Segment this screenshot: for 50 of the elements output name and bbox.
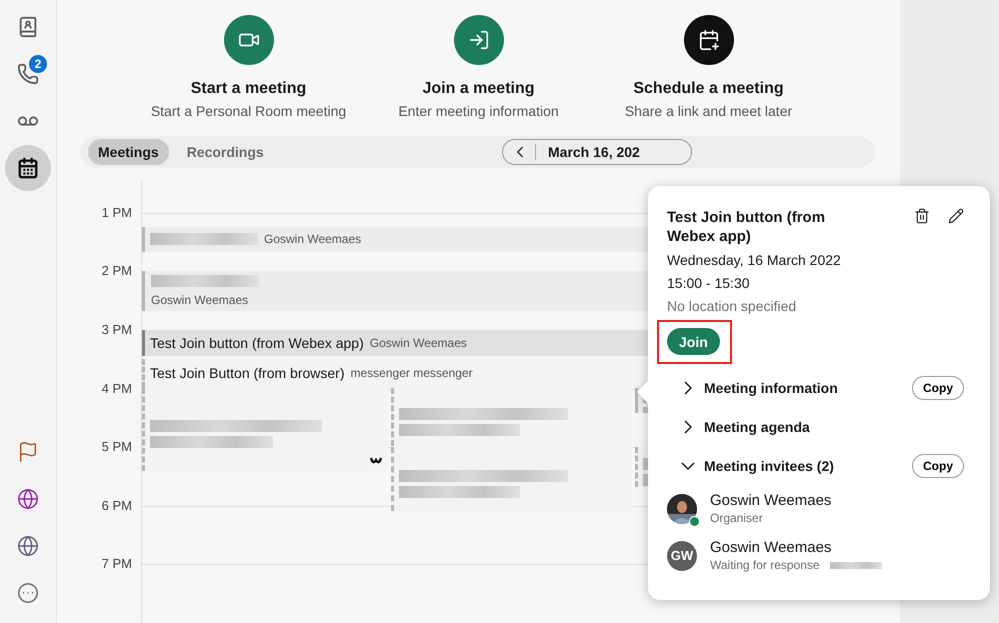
hour-label: 4 PM <box>102 380 132 396</box>
section-toggle[interactable]: Meeting invitees (2) <box>680 458 834 474</box>
event-organizer: Goswin Weemaes <box>370 336 467 350</box>
invitee-name: Goswin Weemaes <box>710 492 832 509</box>
action-subtitle: Share a link and meet later <box>624 103 792 119</box>
trash-icon <box>914 208 930 224</box>
initials-avatar: GW <box>667 540 697 570</box>
hour-label: 1 PM <box>102 204 132 220</box>
event-title: Test Join button (from Webex app) <box>150 334 364 351</box>
hour-label: 2 PM <box>102 263 132 278</box>
action-title: Join a meeting <box>422 80 535 98</box>
count-badge: 2 <box>29 55 47 73</box>
chevron-down-icon <box>681 462 695 470</box>
action-subtitle: Enter meeting information <box>398 103 559 119</box>
action-title: Schedule a meeting <box>633 80 784 98</box>
tab[interactable]: Recordings <box>176 138 274 165</box>
calendar-icon <box>17 157 39 179</box>
meeting-time: 15:00 - 15:30 <box>667 275 750 291</box>
door-arrow-icon <box>468 29 490 51</box>
nav-item[interactable] <box>5 145 51 191</box>
invitee-name: Goswin Weemaes <box>710 539 832 556</box>
hour-label: 3 PM <box>102 322 132 338</box>
pencil-icon <box>948 208 964 224</box>
invitee-status: Waiting for response <box>710 558 820 572</box>
event-organizer: Goswin Weemaes <box>151 292 248 307</box>
nav-item[interactable]: 2 <box>5 51 51 97</box>
action-title: Start a meeting <box>190 80 306 98</box>
event-title: Test Join Button (from browser) <box>150 365 345 382</box>
join-button[interactable]: Join <box>667 328 720 355</box>
delete-button[interactable] <box>914 208 930 226</box>
chevron-right-icon <box>684 380 692 394</box>
hour-label: 5 PM <box>102 439 132 454</box>
hour-label: 7 PM <box>102 556 132 572</box>
contacts-icon <box>17 16 39 38</box>
action-subtitle: Start a Personal Room meeting <box>150 103 346 119</box>
edit-button[interactable] <box>948 208 964 226</box>
chevron-right-icon <box>684 420 692 434</box>
hour-label: 6 PM <box>102 498 132 513</box>
action-button[interactable] <box>684 15 734 65</box>
event-organizer: messenger messenger <box>350 366 473 380</box>
calendar-plus-icon <box>698 29 720 51</box>
invitee-status: Organiser <box>710 511 763 525</box>
date-label: March 16, 202 <box>548 144 640 160</box>
meeting-date: Wednesday, 16 March 2022 <box>667 252 841 268</box>
meeting-location: No location specified <box>667 298 796 314</box>
tab[interactable]: Meetings <box>88 138 169 165</box>
section-toggle[interactable]: Meeting agenda <box>680 418 810 434</box>
event-organizer: Goswin Weemaes <box>264 232 362 246</box>
copy-button[interactable]: Copy <box>912 454 964 478</box>
copy-button[interactable]: Copy <box>912 376 964 400</box>
